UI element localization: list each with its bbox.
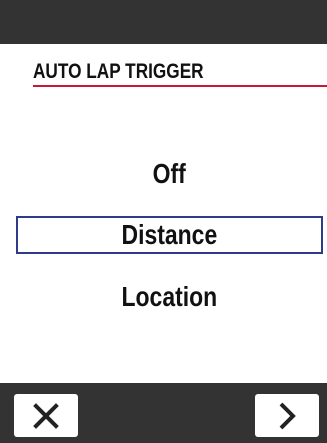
header-divider: [33, 85, 327, 87]
device-screen: AUTO LAP TRIGGER Off Distance Location: [0, 0, 327, 443]
page-title: AUTO LAP TRIGGER: [33, 60, 204, 83]
bottom-action-bar: [0, 383, 327, 443]
status-bar: [0, 0, 327, 44]
option-location[interactable]: Location: [16, 278, 323, 316]
option-off[interactable]: Off: [16, 155, 323, 193]
option-label: Distance: [121, 219, 218, 250]
option-distance[interactable]: Distance: [16, 216, 323, 254]
close-icon: [33, 402, 59, 429]
option-label: Off: [152, 158, 187, 189]
next-button[interactable]: [255, 394, 319, 437]
option-label: Location: [121, 281, 218, 312]
chevron-right-icon: [279, 402, 296, 429]
page-header: AUTO LAP TRIGGER: [0, 44, 327, 88]
cancel-button[interactable]: [14, 394, 78, 437]
